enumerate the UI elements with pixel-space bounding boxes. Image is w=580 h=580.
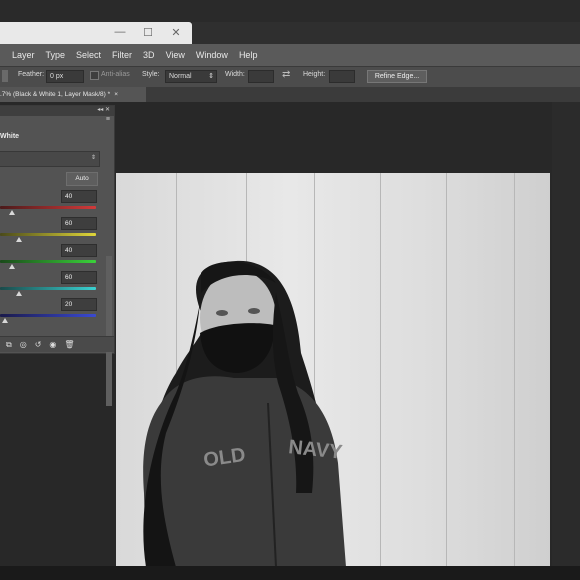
menu-layer[interactable]: Layer [12, 50, 35, 60]
properties-panel: ◂◂ ✕ ≡ White ⇕ Auto ⧉ ◎ ↺ ◉ 🗑 40 60 40 60 20 [0, 105, 115, 406]
refine-edge-button[interactable]: Refine Edge... [367, 70, 427, 83]
feather-input[interactable]: 0 px [46, 70, 84, 83]
monitor-bezel [0, 0, 580, 22]
monitor-bezel-bottom [0, 566, 580, 580]
panel-collapse-icon[interactable]: ◂◂ ✕ [97, 106, 110, 113]
slider-track-yellow[interactable] [0, 233, 96, 236]
slider-track-blue[interactable] [0, 314, 96, 317]
menu-window[interactable]: Window [196, 50, 228, 60]
menu-type[interactable]: Type [46, 50, 66, 60]
title-bar: — ☐ ✕ [0, 22, 192, 44]
document-tab[interactable]: .7% (Black & White 1, Layer Mask/8) * × [0, 87, 146, 102]
trash-icon[interactable]: 🗑 [64, 340, 74, 349]
close-icon[interactable]: ✕ [170, 26, 182, 39]
window-controls: — ☐ ✕ [114, 26, 182, 39]
slider-knob-blue[interactable] [1, 318, 8, 323]
panel-footer: ⧉ ◎ ↺ ◉ 🗑 [0, 336, 114, 352]
slider-track-cyan[interactable] [0, 287, 96, 290]
panel-title: White [0, 133, 20, 140]
slider-value-green[interactable]: 40 [61, 244, 97, 257]
slider-knob-yellow[interactable] [16, 237, 23, 242]
slider-knob-green[interactable] [9, 264, 16, 269]
reset-icon[interactable]: ↺ [35, 340, 42, 349]
clip-to-layer-icon[interactable]: ⧉ [6, 340, 12, 350]
slider-knob-cyan[interactable] [16, 291, 23, 296]
image-canvas[interactable]: OLD NAVY [116, 173, 550, 567]
antialias-checkbox[interactable] [90, 71, 99, 80]
style-label: Style: [142, 71, 160, 78]
document-tab-bar: .7% (Black & White 1, Layer Mask/8) * × [0, 87, 580, 102]
swap-icon[interactable]: ⇄ [282, 69, 290, 80]
height-input[interactable] [329, 70, 355, 83]
menu-bar: Layer Type Select Filter 3D View Window … [0, 44, 580, 66]
menu-view[interactable]: View [166, 50, 185, 60]
menu-select[interactable]: Select [76, 50, 101, 60]
chevron-updown-icon: ⇕ [208, 73, 214, 80]
menu-3d[interactable]: 3D [143, 50, 155, 60]
panel-menu-icon[interactable]: ≡ [106, 116, 110, 123]
height-label: Height: [303, 71, 326, 78]
photo-subject: OLD NAVY [143, 260, 346, 567]
feather-label: Feather: [18, 71, 45, 78]
style-select[interactable]: Normal ⇕ [165, 70, 217, 83]
style-value: Normal [169, 73, 192, 80]
menu-filter[interactable]: Filter [112, 50, 132, 60]
slider-value-red[interactable]: 40 [61, 190, 97, 203]
tab-close-icon[interactable]: × [114, 91, 118, 98]
antialias-label: Anti-alias [101, 71, 130, 78]
preset-select[interactable]: ⇕ [0, 151, 100, 167]
panel-header: ◂◂ ✕ [0, 106, 114, 116]
view-previous-icon[interactable]: ◎ [20, 340, 27, 349]
visibility-icon[interactable]: ◉ [49, 340, 56, 349]
maximize-icon[interactable]: ☐ [142, 26, 154, 39]
document-tab-label: .7% (Black & White 1, Layer Mask/8) * [0, 91, 111, 98]
minimize-icon[interactable]: — [114, 26, 126, 39]
slider-knob-red[interactable] [9, 210, 16, 215]
slider-track-green[interactable] [0, 260, 96, 263]
width-input[interactable] [248, 70, 274, 83]
width-label: Width: [225, 71, 245, 78]
slider-value-yellow[interactable]: 60 [61, 217, 97, 230]
panel-scrollbar[interactable] [106, 256, 112, 406]
tool-preset-icon[interactable] [2, 70, 8, 82]
workspace-edge [552, 102, 580, 580]
slider-track-red[interactable] [0, 206, 96, 209]
options-bar: Feather: 0 px Anti-alias Style: Normal ⇕ … [0, 66, 580, 88]
auto-button[interactable]: Auto [66, 172, 98, 186]
slider-value-cyan[interactable]: 60 [61, 271, 97, 284]
chevron-updown-icon: ⇕ [90, 155, 96, 161]
slider-value-blue[interactable]: 20 [61, 298, 97, 311]
menu-help[interactable]: Help [239, 50, 258, 60]
title-bar-dark [192, 22, 580, 44]
